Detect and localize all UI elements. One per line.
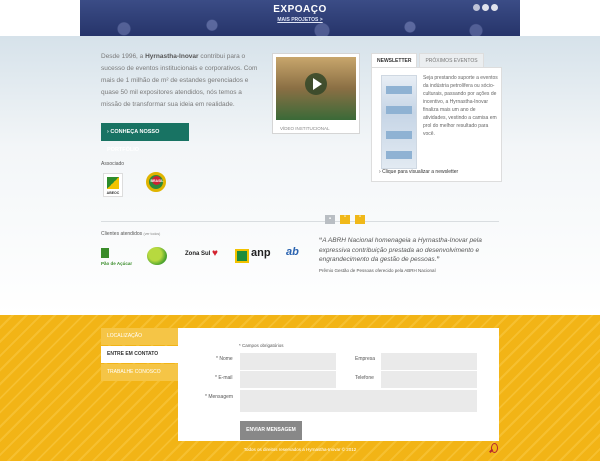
portfolio-button[interactable]: › CONHEÇA NOSSO PORTFÓLIO	[101, 123, 189, 153]
newsletter-link-label: Clique para visualizar a newsletter	[382, 169, 459, 175]
mensagem-label: * Mensagem	[205, 394, 234, 400]
client-name: ab	[286, 246, 299, 258]
client-name: Pão de Açúcar	[101, 261, 133, 266]
footer-text: Todos os direitos reservados a Hyrnastha…	[243, 447, 357, 452]
contact-menu: LOCALIZAÇÃO ENTRE EM CONTATO TRABALHE CO…	[101, 328, 178, 382]
pao-de-acucar-icon	[101, 248, 109, 258]
video-caption: VÍDEO INSTITUCIONAL	[280, 126, 330, 131]
client-logo-zona-sul[interactable]: Zona Sul ♥	[185, 245, 223, 269]
empresa-label: Empresa	[355, 356, 376, 362]
clients-title-text: Clientes atendidos	[101, 231, 143, 237]
abeoc-logo-mark	[107, 177, 119, 189]
send-message-button[interactable]: ENVIAR MENSAGEM	[240, 421, 302, 440]
quote-icon[interactable]: "	[340, 215, 350, 224]
hero-title: EXPOAÇO	[273, 4, 327, 15]
quote-icon[interactable]: ▪	[325, 215, 335, 224]
mensagem-field[interactable]	[240, 390, 477, 412]
menu-entre-em-contato[interactable]: ENTRE EM CONTATO	[101, 346, 178, 363]
quote-selector: ▪ " "	[325, 215, 365, 224]
hero-banner[interactable]: EXPOAÇO MAIS PROJETOS >	[80, 0, 520, 36]
intro-text-part: Desde 1996, a	[101, 53, 146, 60]
brasil-logo[interactable]: BRASIL	[144, 172, 170, 194]
client-logo-ab[interactable]: ab	[286, 245, 308, 269]
quote-icon[interactable]: "	[355, 215, 365, 224]
client-logo-anp[interactable]: anp	[235, 245, 273, 269]
green-leaf-icon	[147, 247, 167, 265]
associates-title: Associado	[101, 161, 125, 167]
newsletter-widget: NEWSLETTER PRÓXIMOS EVENTOS Seja prestan…	[371, 53, 502, 184]
intro-text-part: contribui para o sucesso de eventos inst…	[101, 53, 258, 108]
search-icon[interactable]	[491, 443, 498, 453]
email-label: * E-mail	[215, 375, 233, 381]
email-field[interactable]	[240, 371, 336, 388]
thumbnail-block	[386, 86, 412, 94]
newsletter-link[interactable]: › Clique para visualizar a newsletter	[379, 169, 458, 175]
video-box[interactable]: VÍDEO INSTITUCIONAL	[272, 53, 360, 134]
slider-dot[interactable]	[491, 4, 498, 11]
nome-label: * Nome	[216, 356, 233, 362]
thumbnail-block	[386, 106, 412, 114]
contact-form: * Campos obrigatórios * Nome Empresa * E…	[178, 328, 499, 441]
newsletter-description: Seja prestando suporte a eventos da indú…	[423, 75, 498, 137]
more-projects-link[interactable]: MAIS PROJETOS >	[80, 17, 520, 23]
play-icon[interactable]	[305, 73, 327, 95]
empresa-field[interactable]	[381, 353, 477, 370]
heart-icon: ♥	[212, 248, 218, 259]
testimonial-quote: “A ABRH Nacional homenageia a Hyrnastha-…	[319, 236, 501, 265]
thumbnail-block	[386, 151, 412, 159]
see-all-link[interactable]: (ver todos)	[144, 232, 161, 236]
client-logo-green[interactable]	[145, 245, 169, 269]
newsletter-panel: Seja prestando suporte a eventos da indú…	[371, 67, 502, 182]
slider-dot[interactable]	[473, 4, 480, 11]
menu-localizacao[interactable]: LOCALIZAÇÃO	[101, 328, 178, 345]
clients-title: Clientes atendidos (ver todos)	[101, 231, 160, 237]
slider-dots	[473, 4, 498, 11]
slider-dot[interactable]	[482, 4, 489, 11]
abeoc-logo-text: ABEOC	[106, 191, 120, 195]
telefone-label: Telefone	[355, 375, 374, 381]
thumbnail-block	[386, 131, 412, 139]
required-note: * Campos obrigatórios	[239, 343, 284, 348]
menu-trabalhe-conosco[interactable]: TRABALHE CONOSCO	[101, 364, 178, 381]
client-name: Zona Sul	[185, 251, 211, 257]
intro-text: Desde 1996, a Hyrnastha-Inovar contribui…	[101, 51, 259, 111]
anp-flag-icon	[235, 249, 249, 263]
tab-newsletter[interactable]: NEWSLETTER	[371, 53, 418, 68]
telefone-field[interactable]	[381, 371, 477, 388]
abeoc-logo[interactable]: ABEOC	[103, 173, 123, 197]
quote-text: A ABRH Nacional homenageia a Hyrnastha-I…	[319, 237, 482, 263]
brasil-logo-text: BRASIL	[150, 179, 164, 183]
newsletter-tabs: NEWSLETTER PRÓXIMOS EVENTOS	[371, 53, 484, 68]
newsletter-thumbnail[interactable]	[381, 75, 417, 169]
client-name: anp	[251, 247, 271, 259]
quote-source: Prêmio Gestão de Pessoas oferecido pela …	[319, 268, 436, 273]
section-divider	[101, 221, 499, 222]
company-name: Hyrnastha-Inovar	[145, 53, 199, 60]
nome-field[interactable]	[240, 353, 336, 370]
close-quote-icon: ”	[436, 256, 440, 263]
client-logo-pao-de-acucar[interactable]: Pão de Açúcar	[101, 245, 145, 269]
tab-proximos-eventos[interactable]: PRÓXIMOS EVENTOS	[419, 53, 484, 68]
